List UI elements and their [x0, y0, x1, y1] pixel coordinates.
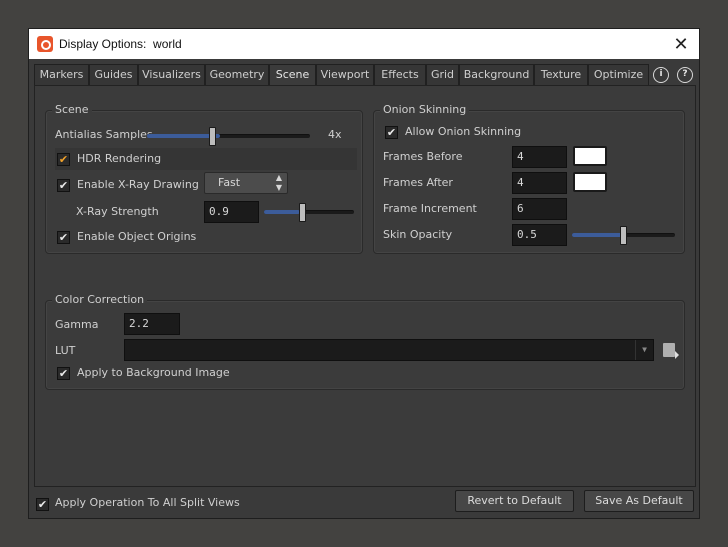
- lut-field[interactable]: ▼: [124, 339, 654, 361]
- tab-guides[interactable]: Guides: [89, 64, 138, 86]
- frames-before-color-swatch[interactable]: [573, 146, 607, 166]
- tab-viewport[interactable]: Viewport: [316, 64, 374, 86]
- tab-optimize[interactable]: Optimize: [588, 64, 649, 86]
- updown-arrows-icon: ▲ ▼: [275, 173, 282, 192]
- frames-before-label: Frames Before: [383, 150, 463, 163]
- xray-mode-dropdown[interactable]: Fast ▲ ▼: [204, 172, 288, 194]
- help-icon[interactable]: ?: [677, 67, 693, 83]
- tab-bar: Markers Guides Visualizers Geometry Scen…: [34, 64, 696, 86]
- scene-tab-panel: Scene Antialias Samples 4x ✔ HDR Renderi…: [34, 85, 696, 487]
- xray-strength-slider-handle[interactable]: [299, 203, 306, 222]
- info-icon[interactable]: i: [653, 67, 669, 83]
- xray-checkbox[interactable]: ✔: [57, 179, 70, 192]
- frame-increment-field[interactable]: 6: [512, 198, 567, 220]
- frames-after-label: Frames After: [383, 176, 453, 189]
- skin-opacity-field[interactable]: 0.5: [512, 224, 567, 246]
- title-bar: Display Options: world ✕: [29, 29, 699, 59]
- antialias-value: 4x: [328, 128, 342, 141]
- apply-bg-checkbox[interactable]: ✔: [57, 367, 70, 380]
- revert-to-default-button[interactable]: Revert to Default: [455, 490, 574, 512]
- skin-opacity-slider[interactable]: [572, 226, 675, 245]
- hdr-checkbox[interactable]: ✔: [57, 153, 70, 166]
- origins-label: Enable Object Origins: [77, 230, 197, 243]
- antialias-slider[interactable]: [147, 127, 310, 146]
- lut-label: LUT: [55, 344, 76, 357]
- tab-texture[interactable]: Texture: [534, 64, 588, 86]
- xray-strength-slider[interactable]: [264, 203, 354, 222]
- hdr-label: HDR Rendering: [77, 152, 162, 165]
- file-browse-icon[interactable]: [663, 343, 679, 359]
- close-icon[interactable]: ✕: [669, 32, 693, 56]
- scene-group-title: Scene: [52, 103, 92, 116]
- frames-before-field[interactable]: 4: [512, 146, 567, 168]
- frame-increment-label: Frame Increment: [383, 202, 477, 215]
- save-as-default-button[interactable]: Save As Default: [584, 490, 694, 512]
- gamma-field[interactable]: 2.2: [124, 313, 180, 335]
- origins-checkbox[interactable]: ✔: [57, 231, 70, 244]
- tab-grid[interactable]: Grid: [426, 64, 459, 86]
- apply-all-views-label: Apply Operation To All Split Views: [55, 496, 240, 509]
- xray-strength-label: X-Ray Strength: [76, 205, 159, 218]
- tab-scene[interactable]: Scene: [269, 64, 316, 86]
- display-options-window: Display Options: world ✕ Markers Guides …: [28, 28, 700, 519]
- allow-onion-label: Allow Onion Skinning: [405, 125, 522, 138]
- apply-bg-label: Apply to Background Image: [77, 366, 230, 379]
- tab-effects[interactable]: Effects: [374, 64, 426, 86]
- color-correction-title: Color Correction: [52, 293, 148, 306]
- allow-onion-checkbox[interactable]: ✔: [385, 126, 398, 139]
- onion-skinning-group: Onion Skinning ✔ Allow Onion Skinning Fr…: [373, 103, 685, 254]
- lut-dropdown-arrow-icon[interactable]: ▼: [635, 340, 653, 360]
- window-title: Display Options: world: [59, 37, 182, 51]
- tab-background[interactable]: Background: [459, 64, 534, 86]
- onion-group-title: Onion Skinning: [380, 103, 470, 116]
- skin-opacity-slider-handle[interactable]: [620, 226, 627, 245]
- xray-label: Enable X-Ray Drawing: [77, 178, 199, 191]
- color-correction-group: Color Correction Gamma 2.2 LUT ▼ ✔ Apply…: [45, 293, 685, 390]
- skin-opacity-label: Skin Opacity: [383, 228, 453, 241]
- gamma-label: Gamma: [55, 318, 99, 331]
- frames-after-color-swatch[interactable]: [573, 172, 607, 192]
- tab-visualizers[interactable]: Visualizers: [138, 64, 205, 86]
- tab-markers[interactable]: Markers: [34, 64, 89, 86]
- xray-mode-value: Fast: [218, 176, 241, 189]
- antialias-slider-handle[interactable]: [209, 127, 216, 146]
- xray-strength-field[interactable]: 0.9: [204, 201, 259, 223]
- apply-all-views-checkbox[interactable]: ✔: [36, 498, 49, 511]
- antialias-label: Antialias Samples: [55, 128, 153, 141]
- houdini-icon: [37, 36, 53, 52]
- frames-after-field[interactable]: 4: [512, 172, 567, 194]
- scene-group: Scene Antialias Samples 4x ✔ HDR Renderi…: [45, 103, 363, 254]
- tab-geometry[interactable]: Geometry: [205, 64, 269, 86]
